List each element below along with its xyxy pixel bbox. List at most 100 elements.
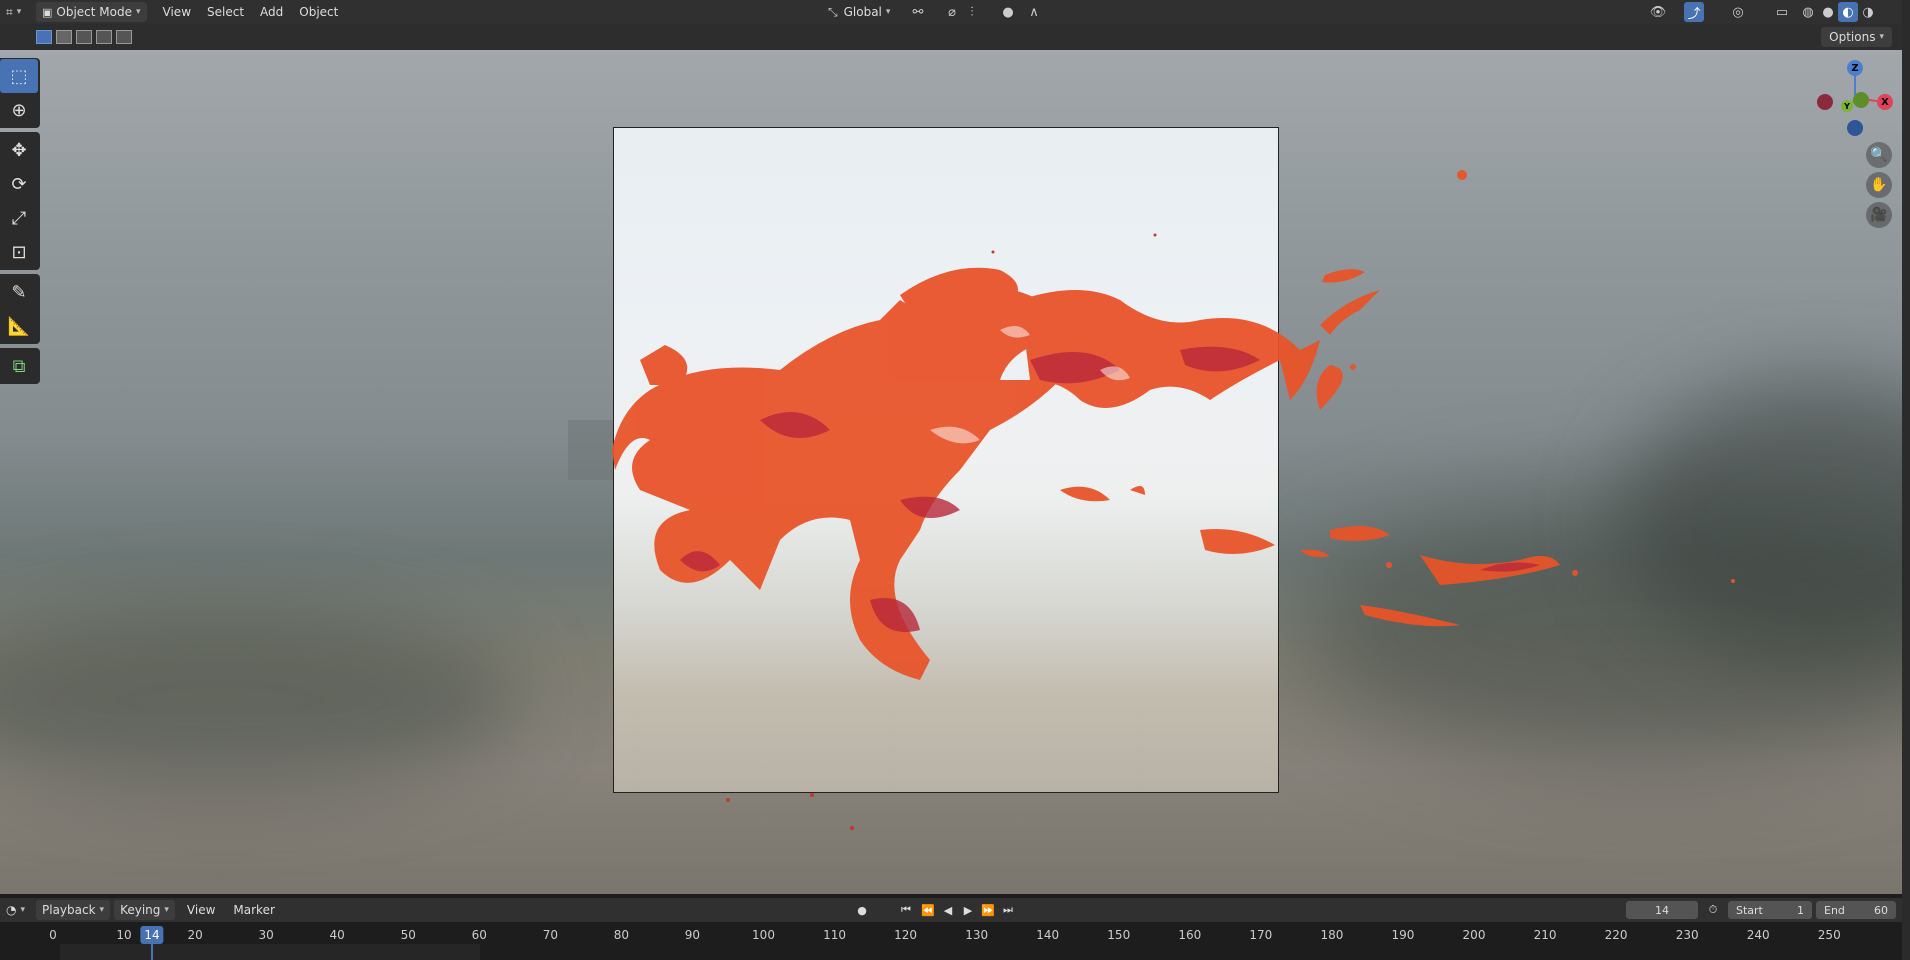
gizmo-y-axis[interactable]: Y — [1841, 100, 1853, 112]
clock-icon: ◔ — [6, 903, 17, 917]
timeline-ruler[interactable]: 0 10 20 30 40 50 60 70 80 90 100 110 120 130 140 150 160… — [0, 922, 1902, 960]
hand-icon: ✋ — [1870, 177, 1888, 193]
menu-select[interactable]: Select — [201, 2, 250, 22]
playhead-frame[interactable]: 14 — [140, 926, 164, 944]
navigation-gizmo[interactable]: Z X Y — [1805, 60, 1895, 150]
tool-group-transform: ✥ ⟳ ⤢ ⊡ — [0, 132, 40, 270]
stopwatch-icon[interactable]: ⏱ — [1703, 900, 1723, 920]
select-mode-extend[interactable] — [56, 30, 72, 44]
transform-orientation-dropdown[interactable]: ⤡ Global ▾ — [822, 2, 896, 22]
timeline-view-menu[interactable]: View — [181, 900, 221, 920]
prev-keyframe-button[interactable]: ⏪ — [918, 900, 938, 920]
orientation-icon: ⤡ — [828, 4, 838, 19]
cursor-tool[interactable]: ⊕ — [0, 93, 38, 127]
playback-menu[interactable]: Playback ▾ — [36, 900, 111, 920]
overlay-icon[interactable]: ◎ — [1728, 2, 1748, 22]
fluid-splash — [612, 170, 1735, 830]
frame-tick-label: 220 — [1604, 928, 1628, 942]
snap-icon[interactable]: ⌀ — [942, 2, 962, 22]
select-mode-intersect[interactable] — [116, 30, 132, 44]
play-reverse-button[interactable]: ◀ — [938, 900, 958, 920]
frame-tick-label: 50 — [400, 928, 416, 942]
camera-view-button[interactable]: 🎥 — [1866, 202, 1892, 228]
move-tool[interactable]: ✥ — [0, 133, 38, 167]
frame-tick-label: 210 — [1533, 928, 1557, 942]
frame-tick-label: 10 — [116, 928, 132, 942]
pan-button[interactable]: ✋ — [1866, 172, 1892, 198]
pivot-point-icon[interactable]: ⚯ — [908, 2, 928, 22]
mode-dropdown[interactable]: ▣ Object Mode ▾ — [36, 2, 147, 22]
frame-tick-label: 250 — [1817, 928, 1841, 942]
cursor-icon: ⊕ — [11, 99, 27, 121]
gizmo-toggle-icon[interactable]: ⤴ — [1684, 2, 1704, 22]
start-frame-field[interactable]: Start 1 — [1728, 901, 1812, 919]
end-frame-field[interactable]: End 60 — [1816, 901, 1896, 919]
options-dropdown[interactable]: Options ▾ — [1821, 27, 1892, 47]
zoom-icon: 🔍 — [1870, 147, 1888, 163]
rotate-icon: ⟳ — [11, 173, 27, 195]
menu-add[interactable]: Add — [254, 2, 289, 22]
annotate-tool[interactable]: ✎ — [0, 275, 38, 309]
annotate-icon: ✎ — [11, 281, 27, 303]
measure-tool[interactable]: 📐 — [0, 309, 38, 343]
select-mode-invert[interactable] — [96, 30, 112, 44]
frame-tick-label: 130 — [965, 928, 989, 942]
frame-tick-label: 20 — [187, 928, 203, 942]
rotate-tool[interactable]: ⟳ — [0, 167, 38, 201]
snap-target-icon[interactable]: ⫶ — [962, 2, 982, 22]
frame-tick-label: 170 — [1249, 928, 1273, 942]
xray-icon[interactable]: ▭ — [1772, 2, 1792, 22]
marker-menu[interactable]: Marker — [227, 900, 280, 920]
tool-settings-header: Options ▾ — [0, 24, 1902, 50]
falloff-icon[interactable]: ∧ — [1024, 2, 1044, 22]
proportional-edit-icon[interactable]: ● — [998, 2, 1018, 22]
gizmo-y-dot[interactable] — [1853, 92, 1869, 108]
right-edge-strip — [1902, 0, 1910, 960]
frame-tick-label: 90 — [684, 928, 701, 942]
keying-menu[interactable]: Keying ▾ — [114, 900, 175, 920]
gizmo-neg-x[interactable] — [1817, 94, 1833, 110]
visibility-icon[interactable]: 👁 — [1648, 2, 1668, 22]
jump-start-button[interactable]: ⏮ — [896, 900, 916, 920]
frame-tick-label: 0 — [49, 928, 57, 942]
frame-tick-label: 100 — [752, 928, 775, 942]
material-shading-icon[interactable]: ◐ — [1838, 2, 1858, 22]
timeline-header: ◔ ▾ Playback ▾ Keying ▾ View Marker ● ⏮ ⏪ ◀… — [0, 898, 1902, 922]
frame-tick-label: 160 — [1178, 928, 1202, 942]
tool-shelf: ⬚ ⊕ ✥ ⟳ ⤢ ⊡ ✎ 📐 ⧉ — [0, 58, 40, 388]
current-frame-field[interactable]: 14 — [1626, 901, 1698, 919]
frame-tick-label: 110 — [823, 928, 846, 942]
3d-viewport[interactable]: ⬚ ⊕ ✥ ⟳ ⤢ ⊡ ✎ 📐 ⧉ Z X Y 🔍 ✋ 🎥 — [0, 50, 1902, 894]
transform-tool[interactable]: ⊡ — [0, 235, 38, 269]
gizmo-z-axis[interactable]: Z — [1847, 60, 1863, 76]
rendered-shading-icon[interactable]: ◑ — [1858, 2, 1878, 22]
solid-shading-icon[interactable]: ● — [1818, 2, 1838, 22]
frame-tick-label: 240 — [1746, 928, 1770, 942]
frame-tick-label: 140 — [1036, 928, 1060, 942]
editor-type-button[interactable]: ⌗ ▾ — [0, 2, 30, 22]
select-mode-subtract[interactable] — [76, 30, 92, 44]
frame-tick-label: 190 — [1391, 928, 1415, 942]
wireframe-shading-icon[interactable]: ◍ — [1798, 2, 1818, 22]
menu-object[interactable]: Object — [293, 2, 344, 22]
record-button[interactable]: ● — [852, 900, 872, 920]
menu-view[interactable]: View — [157, 2, 197, 22]
timeline-editor-type[interactable]: ◔ ▾ — [0, 900, 30, 920]
tool-group-add: ⧉ — [0, 348, 40, 384]
play-button[interactable]: ▶ — [958, 900, 978, 920]
scale-tool[interactable]: ⤢ — [0, 201, 38, 235]
add-cube-tool[interactable]: ⧉ — [0, 349, 38, 383]
next-keyframe-button[interactable]: ⏩ — [978, 900, 998, 920]
select-mode-new[interactable] — [36, 30, 52, 44]
measure-icon: 📐 — [7, 315, 31, 337]
frame-tick-label: 70 — [542, 928, 558, 942]
add-cube-icon: ⧉ — [12, 355, 26, 377]
gizmo-x-axis[interactable]: X — [1877, 94, 1893, 110]
zoom-button[interactable]: 🔍 — [1866, 142, 1892, 168]
jump-end-button[interactable]: ⏭ — [998, 900, 1018, 920]
tool-group-select: ⬚ ⊕ — [0, 58, 40, 128]
gizmo-neg-z[interactable] — [1847, 120, 1863, 136]
move-icon: ✥ — [11, 139, 27, 161]
select-box-tool[interactable]: ⬚ — [0, 59, 38, 93]
frame-tick-label: 180 — [1320, 928, 1344, 942]
